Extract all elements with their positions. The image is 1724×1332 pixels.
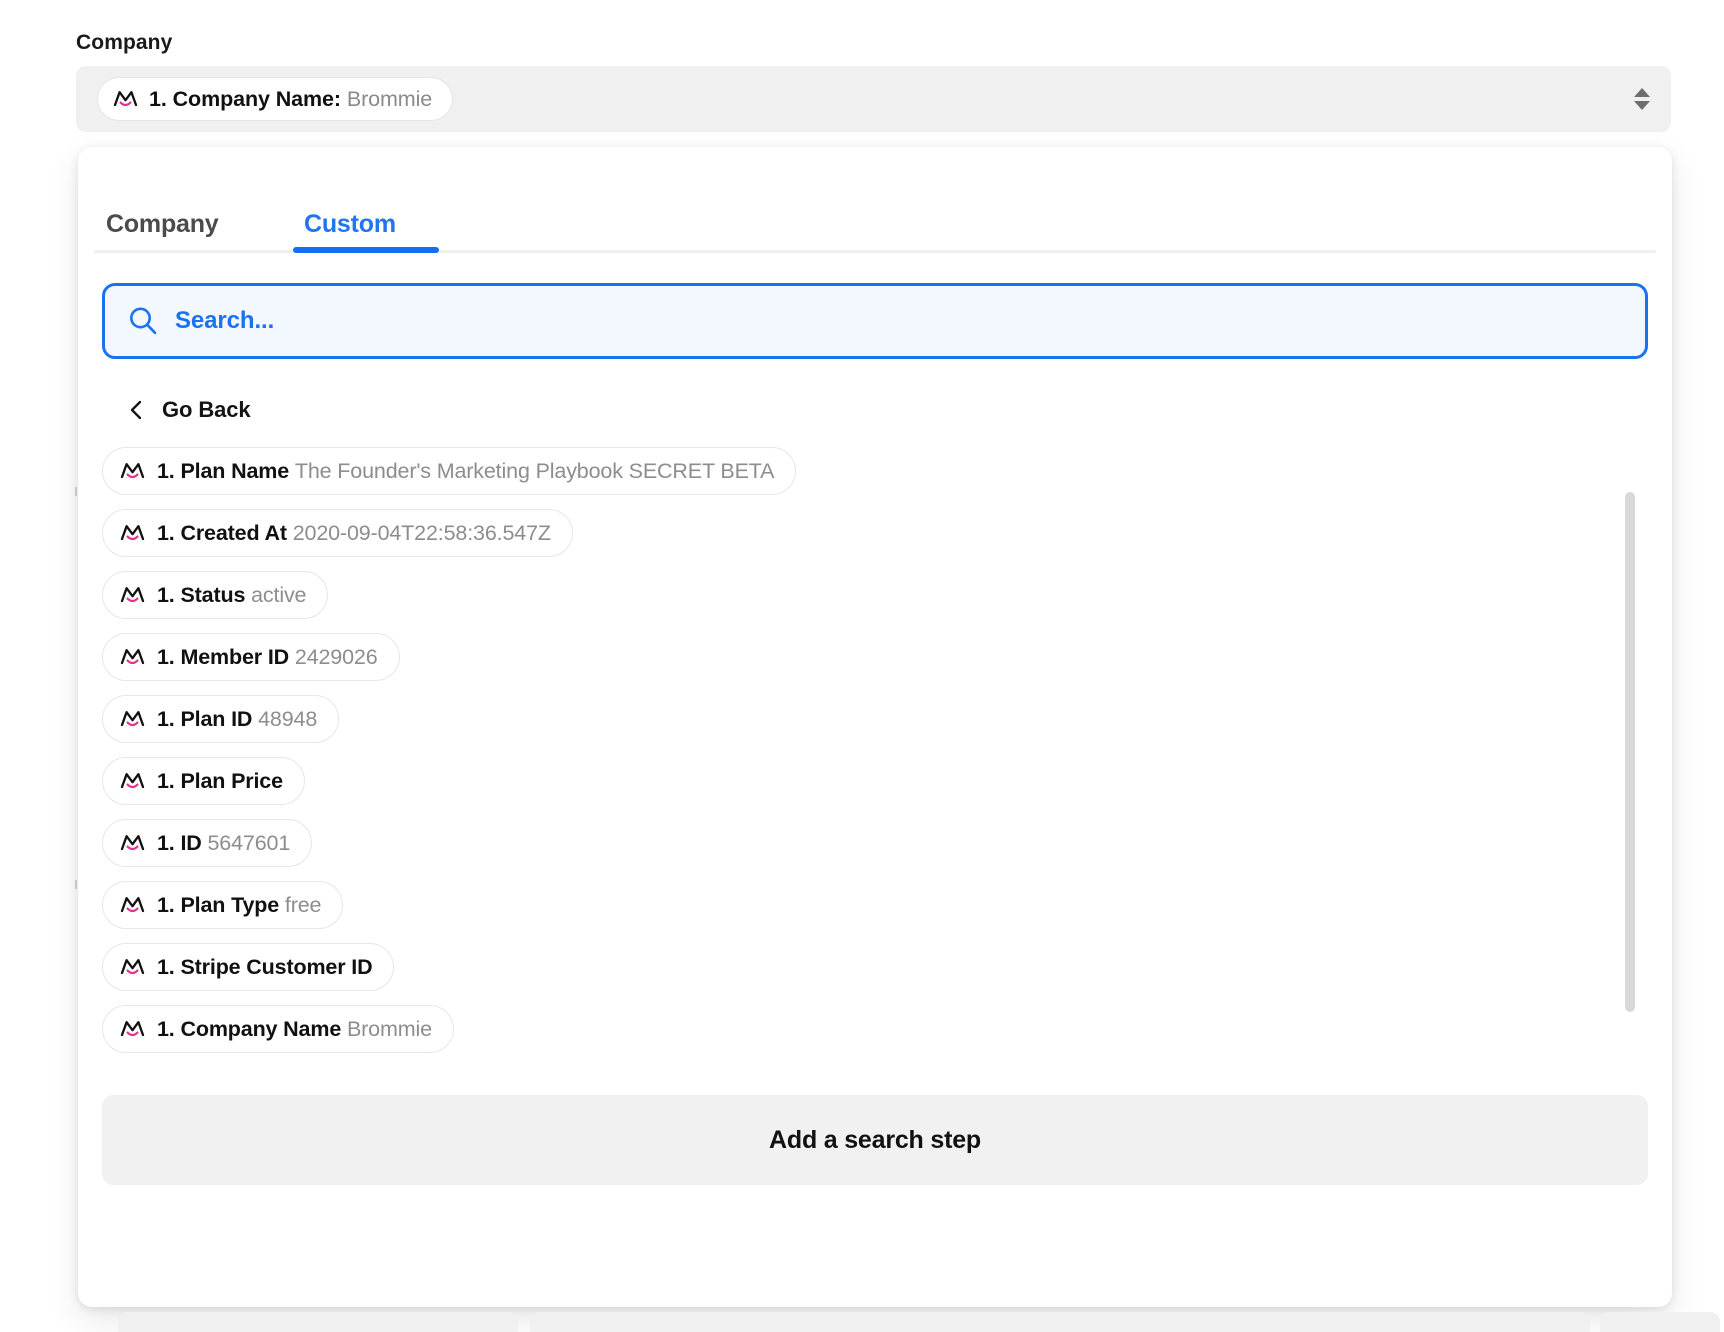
caret-up-icon[interactable] xyxy=(1634,88,1650,97)
field-list-viewport: 1. Plan Name The Founder's Marketing Pla… xyxy=(78,447,1672,1077)
active-tab-underline xyxy=(293,247,439,253)
screen-root: Company 1. Company Name: Brommie Company… xyxy=(0,0,1724,1332)
company-select[interactable]: 1. Company Name: Brommie xyxy=(76,66,1671,132)
field-chip-text: 1. Status active xyxy=(157,582,307,608)
field-chip[interactable]: 1. Member ID 2429026 xyxy=(102,633,400,681)
field-chip-label: 1. Plan Price xyxy=(157,768,283,793)
field-chip[interactable]: 1. Plan ID 48948 xyxy=(102,695,340,743)
field-chip[interactable]: 1. Company Name Brommie xyxy=(102,1005,454,1053)
memberstack-m-icon xyxy=(120,525,145,541)
field-chip-label: 1. Status xyxy=(157,582,246,607)
field-chip[interactable]: 1. Stripe Customer ID xyxy=(102,943,395,991)
field-chip-value: Brommie xyxy=(346,1016,432,1041)
memberstack-m-icon xyxy=(120,897,145,913)
selected-token[interactable]: 1. Company Name: Brommie xyxy=(98,78,453,120)
caret-down-icon[interactable] xyxy=(1634,101,1650,110)
field-chip-text: 1. Plan Name The Founder's Marketing Pla… xyxy=(157,458,775,484)
search-field[interactable]: Search... xyxy=(102,283,1648,359)
background-element xyxy=(530,1312,1590,1332)
gutter-tick xyxy=(75,487,77,496)
gutter-tick xyxy=(75,880,77,889)
memberstack-m-icon xyxy=(120,1021,145,1037)
select-stepper[interactable] xyxy=(1631,88,1653,110)
field-chip[interactable]: 1. Status active xyxy=(102,571,329,619)
memberstack-m-icon xyxy=(120,773,145,789)
tab-company[interactable]: Company xyxy=(106,195,219,253)
search-placeholder: Search... xyxy=(175,307,275,334)
field-chip-value: 5647601 xyxy=(207,830,291,855)
memberstack-m-icon xyxy=(113,91,138,107)
go-back-label: Go Back xyxy=(162,397,251,422)
selected-token-text: 1. Company Name: Brommie xyxy=(149,87,432,112)
field-chip-text: 1. Stripe Customer ID xyxy=(157,954,373,980)
add-search-step-button[interactable]: Add a search step xyxy=(102,1095,1648,1185)
selected-token-value: Brommie xyxy=(346,86,433,111)
field-chip[interactable]: 1. Plan Name The Founder's Marketing Pla… xyxy=(102,447,797,495)
field-chip-label: 1. Plan ID xyxy=(157,706,253,731)
tab-custom[interactable]: Custom xyxy=(304,195,396,253)
field-chip-text: 1. ID 5647601 xyxy=(157,831,290,856)
memberstack-m-icon xyxy=(120,835,145,851)
field-chip-text: 1. Company Name Brommie xyxy=(157,1017,432,1042)
field-chip[interactable]: 1. ID 5647601 xyxy=(102,819,313,867)
field-chip[interactable]: 1. Created At 2020-09-04T22:58:36.547Z xyxy=(102,509,573,557)
memberstack-m-icon xyxy=(120,587,145,603)
memberstack-m-icon xyxy=(120,463,145,479)
field-list: 1. Plan Name The Founder's Marketing Pla… xyxy=(102,447,1622,1053)
memberstack-m-icon xyxy=(120,649,145,665)
search-icon xyxy=(130,307,157,335)
field-chip-value: active xyxy=(251,582,307,607)
field-chip-value: 48948 xyxy=(258,706,318,731)
background-element xyxy=(118,1312,518,1332)
field-chip[interactable]: 1. Plan Price xyxy=(102,757,305,805)
field-chip-text: 1. Plan Type free xyxy=(157,892,322,918)
memberstack-m-icon xyxy=(120,711,145,727)
list-scrollbar-track[interactable] xyxy=(1625,492,1635,1012)
chevron-left-icon xyxy=(130,400,142,420)
field-chip-text: 1. Plan ID 48948 xyxy=(157,707,317,732)
field-chip-value: 2429026 xyxy=(294,644,378,669)
field-chip-text: 1. Plan Price xyxy=(157,769,283,794)
field-chip-label: 1. Stripe Customer ID xyxy=(157,954,373,979)
field-chip-text: 1. Created At 2020-09-04T22:58:36.547Z xyxy=(157,521,551,546)
background-element xyxy=(1600,1312,1720,1332)
panel-tabs: Company Custom xyxy=(94,195,1656,253)
field-chip-value: 2020-09-04T22:58:36.547Z xyxy=(292,520,551,545)
field-label: Company xyxy=(76,31,173,54)
field-chip-value: The Founder's Marketing Playbook SECRET … xyxy=(294,458,775,483)
field-chip-label: 1. Company Name xyxy=(157,1016,342,1041)
field-dropdown-panel: Company Custom Search... Go Back 1. Plan… xyxy=(78,147,1672,1307)
memberstack-m-icon xyxy=(120,959,145,975)
selected-token-label: 1. Company Name: xyxy=(149,86,341,111)
list-scrollbar-thumb[interactable] xyxy=(1625,492,1635,1012)
field-chip[interactable]: 1. Plan Type free xyxy=(102,881,344,929)
field-chip-label: 1. ID xyxy=(157,830,202,855)
field-chip-label: 1. Plan Type xyxy=(157,892,280,917)
field-chip-label: 1. Created At xyxy=(157,520,287,545)
go-back-button[interactable]: Go Back xyxy=(102,387,277,433)
field-chip-label: 1. Plan Name xyxy=(157,458,290,483)
field-chip-label: 1. Member ID xyxy=(157,644,290,669)
field-chip-text: 1. Member ID 2429026 xyxy=(157,645,378,670)
field-chip-value: free xyxy=(284,892,322,917)
